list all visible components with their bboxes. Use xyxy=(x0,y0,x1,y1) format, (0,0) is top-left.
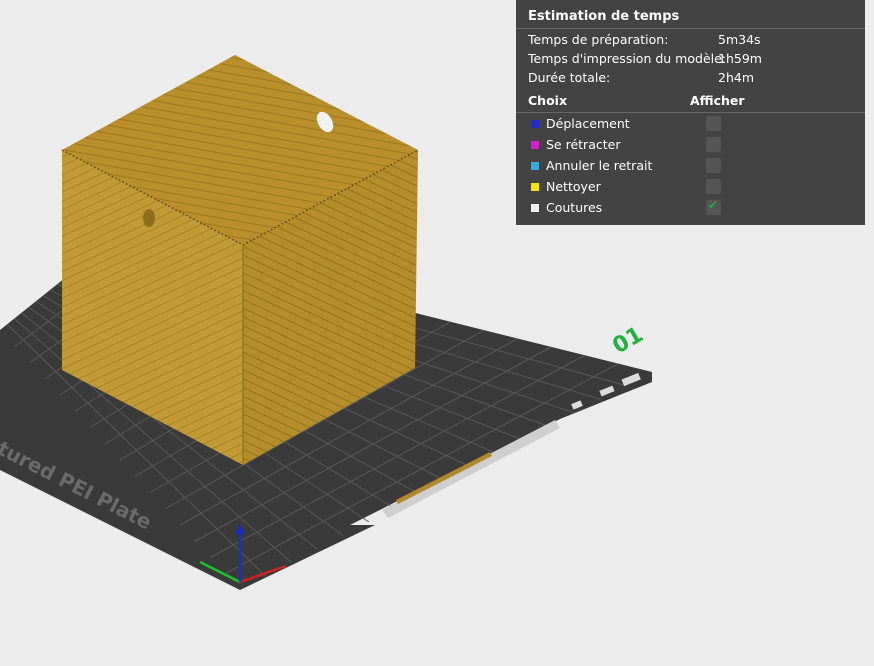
legend-row: Déplacement xyxy=(528,116,848,134)
total-time-label: Durée totale: xyxy=(528,70,611,85)
panel-title: Estimation de temps xyxy=(528,9,680,24)
prep-time-value: 5m34s xyxy=(718,32,761,47)
legend-label: Coutures xyxy=(546,200,603,215)
legend-row: Nettoyer xyxy=(528,179,848,197)
show-checkbox[interactable] xyxy=(706,137,721,152)
legend-swatch xyxy=(531,162,539,170)
legend-swatch xyxy=(531,141,539,149)
time-estimation-panel: Estimation de temps Temps de préparation… xyxy=(516,0,865,225)
show-checkbox[interactable] xyxy=(706,158,721,173)
legend-label: Se rétracter xyxy=(546,137,621,152)
legend-label: Annuler le retrait xyxy=(546,158,653,173)
legend-swatch xyxy=(531,183,539,191)
legend-row: Se rétracter xyxy=(528,137,848,155)
divider xyxy=(516,28,865,29)
legend-label: Nettoyer xyxy=(546,179,601,194)
check-icon: ✔ xyxy=(708,198,719,212)
divider xyxy=(516,112,865,113)
model-print-time-value: 1h59m xyxy=(718,51,762,66)
legend-row: Annuler le retrait xyxy=(528,158,848,176)
total-time-value: 2h4m xyxy=(718,70,755,85)
model-hole-side xyxy=(143,209,155,227)
legend-swatch xyxy=(531,204,539,212)
show-column-header: Afficher xyxy=(690,93,745,108)
show-checkbox[interactable] xyxy=(706,116,721,131)
show-checkbox[interactable] xyxy=(706,179,721,194)
show-checkbox[interactable]: ✔ xyxy=(706,198,721,215)
plate-number-label: 01 xyxy=(609,322,648,359)
choice-column-header: Choix xyxy=(528,93,568,108)
legend-swatch xyxy=(531,120,539,128)
legend-label: Déplacement xyxy=(546,116,630,131)
prep-time-label: Temps de préparation: xyxy=(528,32,669,47)
legend-row: Coutures ✔ xyxy=(528,198,848,218)
model-print-time-label: Temps d'impression du modèle: xyxy=(528,51,727,66)
